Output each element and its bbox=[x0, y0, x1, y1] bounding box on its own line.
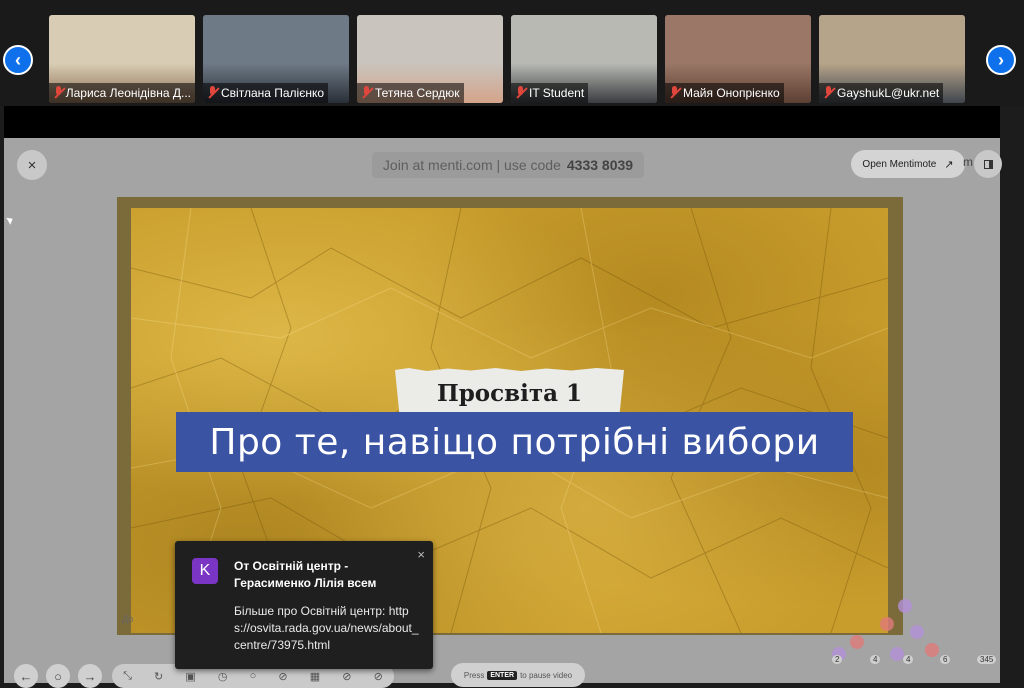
mute-icon[interactable]: ⊘ bbox=[342, 670, 351, 683]
participant-name: Світлана Палієнко bbox=[221, 86, 325, 100]
search-icon: ○ bbox=[54, 668, 62, 684]
participant-name: IT Student bbox=[529, 86, 585, 100]
muted-mic-icon bbox=[361, 86, 371, 100]
join-code: 4333 8039 bbox=[566, 157, 634, 173]
heart-icon bbox=[898, 599, 912, 613]
close-icon: × bbox=[27, 156, 37, 174]
timer-icon[interactable]: ◷ bbox=[218, 670, 228, 683]
slide-footer-text: До bbox=[122, 614, 134, 624]
search-button[interactable]: ○ bbox=[46, 664, 70, 688]
next-participants-button[interactable]: › bbox=[986, 45, 1016, 75]
participant-name: Тетяна Сердюк bbox=[375, 86, 460, 100]
participant-name: Лариса Леонідівна Д... bbox=[65, 86, 191, 100]
back-button[interactable]: ← bbox=[14, 664, 38, 688]
chevron-right-icon: › bbox=[998, 49, 1004, 70]
participant-name-label: Світлана Палієнко bbox=[203, 83, 329, 103]
pause-video-hint: Press ENTER to pause video bbox=[451, 663, 585, 687]
slide-subtitle: Просвіта 1 bbox=[436, 379, 583, 407]
heart-icon bbox=[880, 617, 894, 631]
sender-avatar: K bbox=[192, 558, 218, 584]
reset-icon[interactable]: ↻ bbox=[154, 670, 163, 683]
reaction-count: 345 bbox=[977, 655, 997, 664]
arrow-right-icon: → bbox=[83, 668, 97, 684]
clipped-text: m bbox=[963, 155, 973, 169]
close-notification-button[interactable]: × bbox=[417, 547, 425, 562]
participant-name-label: IT Student bbox=[511, 83, 589, 103]
reactions-area bbox=[820, 595, 1010, 683]
prev-participants-button[interactable]: ‹ bbox=[3, 45, 33, 75]
chat-sender: От Освітній центр - Герасименко Лілія вс… bbox=[234, 559, 377, 590]
participant-name: Майя Онопрієнко bbox=[683, 86, 780, 100]
open-mentimote-label: Open Mentimote bbox=[862, 158, 937, 170]
chat-notification[interactable]: × K От Освітній центр - Герасименко Лілі… bbox=[175, 541, 433, 669]
participant-name: GayshukL@ukr.net bbox=[837, 86, 940, 100]
chevron-left-icon: ‹ bbox=[15, 49, 21, 70]
participant-tile[interactable]: Світлана Палієнко bbox=[203, 15, 349, 103]
toggle-panel-button[interactable] bbox=[974, 150, 1002, 178]
close-presentation-button[interactable]: × bbox=[17, 150, 47, 180]
slide-title-band: Про те, навіщо потрібні вибори bbox=[176, 412, 853, 472]
heart-icon bbox=[910, 625, 924, 639]
fullscreen-icon[interactable]: ⤡ bbox=[123, 670, 132, 683]
muted-mic-icon bbox=[53, 86, 62, 100]
participant-name-label: Майя Онопрієнко bbox=[665, 83, 784, 103]
qr-icon[interactable]: ▦ bbox=[310, 670, 320, 683]
hide-results-icon[interactable]: ▣ bbox=[185, 670, 195, 683]
participant-tile[interactable]: Майя Онопрієнко bbox=[665, 15, 811, 103]
participant-name-label: GayshukL@ukr.net bbox=[819, 83, 944, 103]
press-text: Press bbox=[463, 670, 485, 680]
enter-key: ENTER bbox=[487, 670, 518, 680]
panel-icon bbox=[983, 159, 993, 169]
muted-mic-icon bbox=[515, 86, 525, 100]
zoom-icon[interactable]: ○ bbox=[250, 670, 257, 682]
heart-icon bbox=[890, 647, 904, 661]
arrow-left-icon: ← bbox=[19, 668, 33, 684]
pause-text: to pause video bbox=[520, 670, 573, 680]
muted-mic-icon bbox=[207, 86, 217, 100]
forward-button[interactable]: → bbox=[78, 664, 102, 688]
slide-subtitle-strip: Просвіта 1 bbox=[395, 368, 624, 418]
participant-tile[interactable]: GayshukL@ukr.net bbox=[819, 15, 965, 103]
participant-tile[interactable]: IT Student bbox=[511, 15, 657, 103]
disable-icon[interactable]: ⊘ bbox=[374, 670, 383, 683]
participant-name-label: Тетяна Сердюк bbox=[357, 83, 464, 103]
join-text: Join at menti.com | use code bbox=[382, 157, 561, 173]
block-icon[interactable]: ⊘ bbox=[278, 670, 287, 683]
open-mentimote-button[interactable]: Open Mentimote ↗ bbox=[851, 150, 965, 178]
participant-tile[interactable]: Лариса Леонідівна Д... bbox=[49, 15, 195, 103]
share-header-bar bbox=[4, 106, 1000, 138]
muted-mic-icon bbox=[823, 86, 833, 100]
external-link-icon: ↗ bbox=[944, 158, 954, 171]
join-instructions: Join at menti.com | use code 4333 8039 bbox=[372, 152, 644, 178]
chat-message: Більше про Освітній центр: https://osvit… bbox=[234, 604, 419, 652]
participant-tile[interactable]: Тетяна Сердюк bbox=[357, 15, 503, 103]
muted-mic-icon bbox=[669, 86, 679, 100]
slide-title: Про те, навіщо потрібні вибори bbox=[209, 421, 820, 463]
heart-icon bbox=[850, 635, 864, 649]
participant-name-label: Лариса Леонідівна Д... bbox=[49, 83, 195, 103]
heart-icon bbox=[925, 643, 939, 657]
